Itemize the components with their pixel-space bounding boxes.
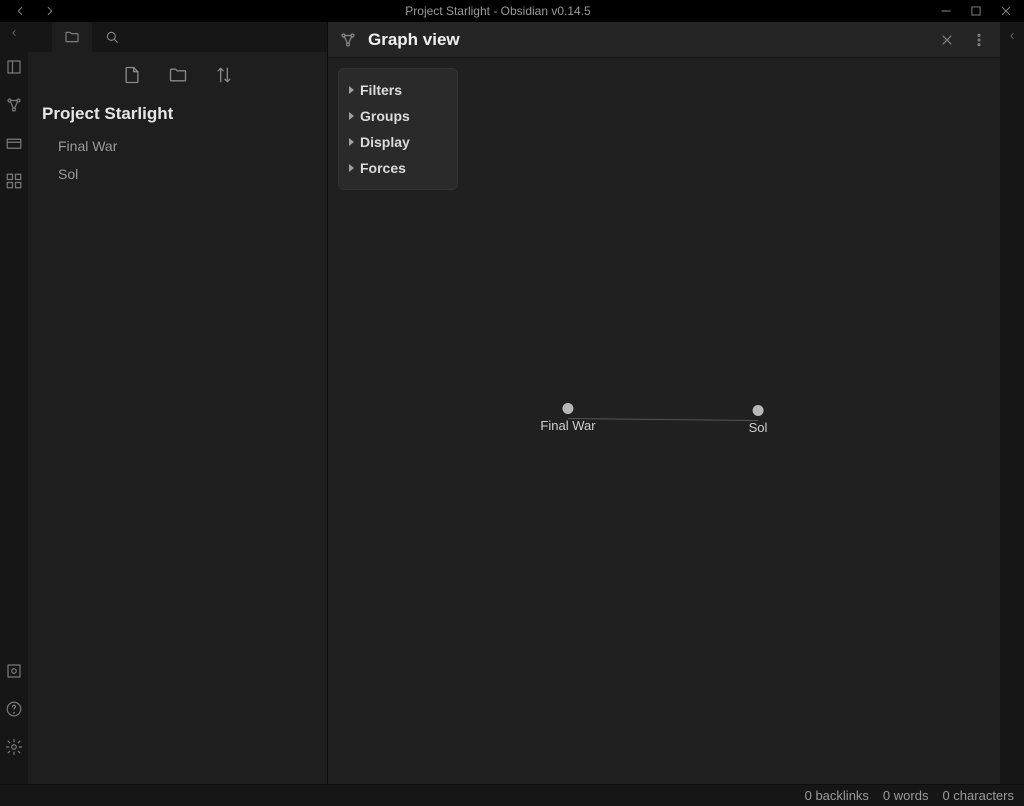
graph-header-icon	[338, 30, 358, 50]
collapse-right-icon[interactable]	[1007, 28, 1017, 38]
chevron-right-icon	[349, 164, 354, 172]
status-chars: 0 characters	[942, 788, 1014, 803]
graph-edge	[568, 418, 758, 421]
status-words: 0 words	[883, 788, 929, 803]
graph-control-section[interactable]: Groups	[349, 103, 443, 129]
settings-icon[interactable]	[5, 738, 23, 756]
new-note-button[interactable]	[122, 65, 142, 85]
new-folder-button[interactable]	[168, 65, 188, 85]
titlebar: Project Starlight - Obsidian v0.14.5	[0, 0, 1024, 22]
node-dot	[562, 403, 573, 414]
graph-controls-panel: Filters Groups Display Forces	[338, 68, 458, 190]
control-label: Groups	[360, 108, 410, 124]
chevron-right-icon	[349, 138, 354, 146]
node-label: Sol	[749, 420, 768, 435]
file-item[interactable]: Sol	[28, 160, 327, 188]
vault-icon[interactable]	[5, 662, 23, 680]
graph-node[interactable]: Sol	[749, 405, 768, 435]
control-label: Filters	[360, 82, 402, 98]
file-explorer-panel: Project Starlight Final WarSol	[28, 22, 328, 784]
view-more-button[interactable]	[968, 29, 990, 51]
graph-canvas[interactable]: Filters Groups Display Forces Final War Sol	[328, 58, 1000, 784]
file-item[interactable]: Final War	[28, 132, 327, 160]
graph-node[interactable]: Final War	[540, 403, 595, 433]
nav-back-button[interactable]	[12, 3, 28, 19]
view-close-button[interactable]	[936, 29, 958, 51]
node-dot	[752, 405, 763, 416]
file-explorer-tab[interactable]	[52, 22, 92, 52]
graph-control-section[interactable]: Filters	[349, 77, 443, 103]
status-bar: 0 backlinks 0 words 0 characters	[0, 784, 1024, 806]
view-title: Graph view	[368, 30, 926, 50]
graph-control-section[interactable]: Forces	[349, 155, 443, 181]
collapse-left-icon[interactable]	[9, 28, 19, 38]
left-ribbon	[0, 22, 28, 784]
chevron-right-icon	[349, 112, 354, 120]
right-ribbon	[1000, 22, 1024, 784]
control-label: Forces	[360, 160, 406, 176]
graph-control-section[interactable]: Display	[349, 129, 443, 155]
command-palette-icon[interactable]	[5, 172, 23, 190]
window-maximize-button[interactable]	[968, 3, 984, 19]
help-icon[interactable]	[5, 700, 23, 718]
window-minimize-button[interactable]	[938, 3, 954, 19]
graph-view-icon[interactable]	[5, 96, 23, 114]
nav-forward-button[interactable]	[42, 3, 58, 19]
sort-button[interactable]	[214, 65, 234, 85]
node-label: Final War	[540, 418, 595, 433]
vault-name[interactable]: Project Starlight	[28, 92, 327, 132]
control-label: Display	[360, 134, 410, 150]
main-view: Graph view Filters Groups Display Forces Fi…	[328, 22, 1000, 784]
canvas-icon[interactable]	[5, 134, 23, 152]
status-backlinks[interactable]: 0 backlinks	[805, 788, 869, 803]
chevron-right-icon	[349, 86, 354, 94]
search-tab[interactable]	[92, 22, 132, 52]
quick-switcher-icon[interactable]	[5, 58, 23, 76]
window-close-button[interactable]	[998, 3, 1014, 19]
window-title: Project Starlight - Obsidian v0.14.5	[58, 4, 938, 18]
